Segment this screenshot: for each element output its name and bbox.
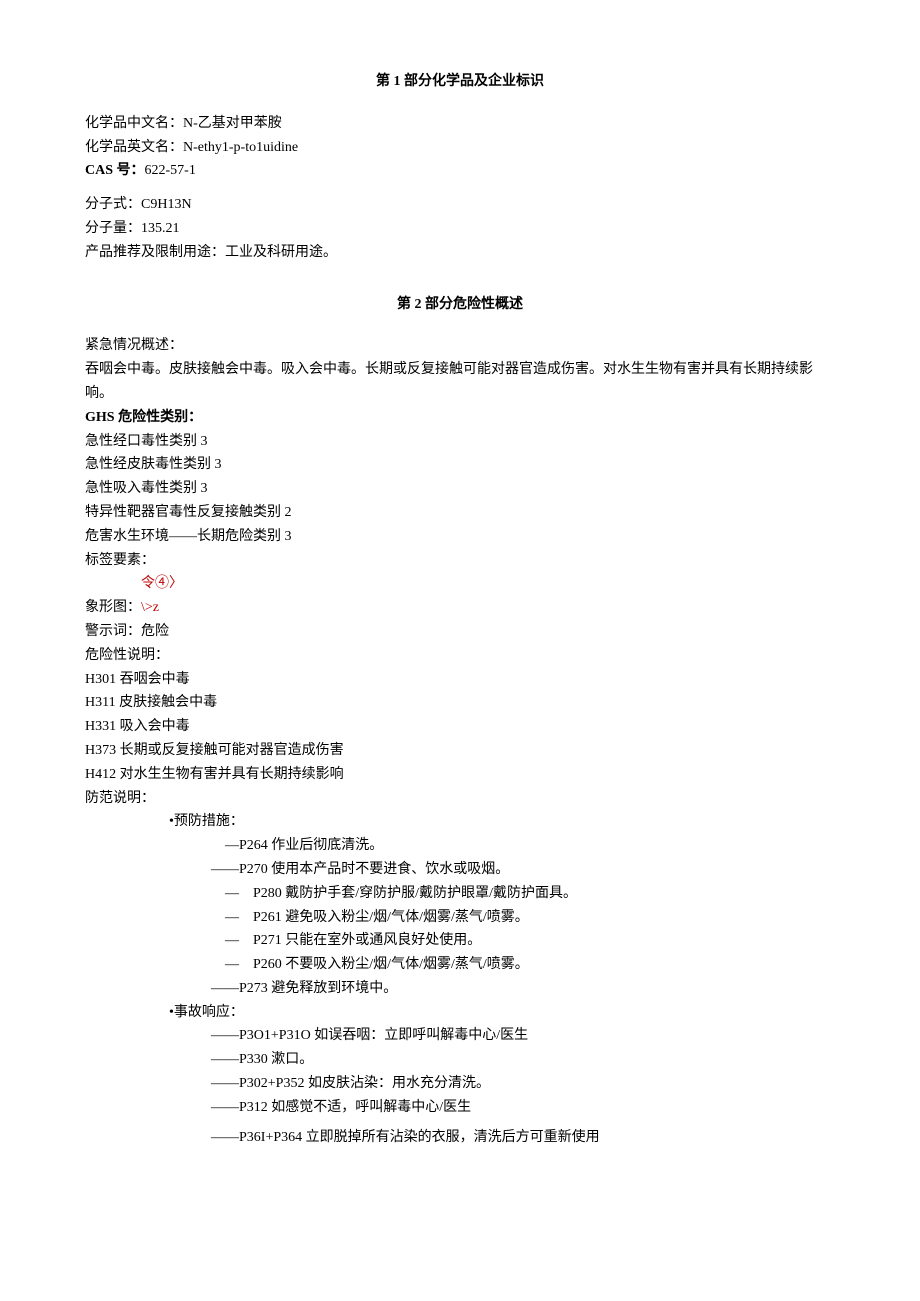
emergency-text: 吞咽会中毒。皮肤接触会中毒。吸入会中毒。长期或反复接触可能对器官造成伤害。对水生…: [85, 358, 835, 406]
value: C9H13N: [141, 197, 192, 212]
prevention-header: •预防措施：: [85, 810, 835, 834]
response-item: ——P302+P352 如皮肤沾染：用水充分清洗。: [85, 1072, 835, 1096]
usage: 产品推荐及限制用途：工业及科研用途。: [85, 241, 835, 265]
prevention-item: —P264 作业后彻底清洗。: [85, 834, 835, 858]
ghs-label: GHS 危险性类别：: [85, 406, 835, 430]
response-item: ——P36I+P364 立即脱掉所有沾染的衣服，清洗后方可重新使用: [85, 1126, 835, 1150]
response-header: •事故响应：: [85, 1001, 835, 1025]
label: 化学品英文名：: [85, 140, 183, 155]
label: 化学品中文名：: [85, 116, 183, 131]
molecular-formula: 分子式：C9H13N: [85, 193, 835, 217]
ghs-item: 急性吸入毒性类别 3: [85, 477, 835, 501]
hazard-item: H412 对水生生物有害并具有长期持续影响: [85, 763, 835, 787]
prevention-item: — P260 不要吸入粉尘/烟/气体/烟雾/蒸气/喷雾。: [85, 953, 835, 977]
ghs-item: 危害水生环境——长期危险类别 3: [85, 525, 835, 549]
hazard-item: H373 长期或反复接触可能对器官造成伤害: [85, 739, 835, 763]
ghs-item: 特异性靶器官毒性反复接触类别 2: [85, 501, 835, 525]
response-item: ——P3O1+P31O 如误吞咽：立即呼叫解毒中心/医生: [85, 1024, 835, 1048]
label-elements: 标签要素：: [85, 549, 835, 573]
value: N-乙基对甲苯胺: [183, 116, 282, 131]
hazard-item: H311 皮肤接触会中毒: [85, 691, 835, 715]
value: 危险: [141, 624, 169, 639]
ghs-item: 急性经口毒性类别 3: [85, 430, 835, 454]
prevention-item: ——P270 使用本产品时不要进食、饮水或吸烟。: [85, 858, 835, 882]
pictogram-glyph-icon: \>z: [141, 600, 159, 615]
label: 分子式：: [85, 197, 141, 212]
label: 分子量：: [85, 221, 141, 236]
label: 产品推荐及限制用途：: [85, 245, 225, 260]
signal-word: 警示词：危险: [85, 620, 835, 644]
section-1-heading: 第 1 部分化学品及企业标识: [85, 70, 835, 94]
response-item: ——P330 漱口。: [85, 1048, 835, 1072]
pictogram-line: 象形图：\>z: [85, 596, 835, 620]
molecular-weight: 分子量：135.21: [85, 217, 835, 241]
prevention-item: — P280 戴防护手套/穿防护服/戴防护眼罩/戴防护面具。: [85, 882, 835, 906]
value: 135.21: [141, 221, 180, 236]
cas-number: CAS 号：622-57-1: [85, 159, 835, 183]
value: N-ethy1-p-to1uidine: [183, 140, 298, 155]
chem-name-en: 化学品英文名：N-ethy1-p-to1uidine: [85, 136, 835, 160]
label: CAS 号：: [85, 163, 145, 178]
value: 工业及科研用途。: [225, 245, 337, 260]
pictogram-label: 象形图：: [85, 600, 141, 615]
pictogram-red-line1: 令④〉: [85, 572, 835, 596]
prevention-item: ——P273 避免释放到环境中。: [85, 977, 835, 1001]
hazard-item: H331 吸入会中毒: [85, 715, 835, 739]
response-item: ——P312 如感觉不适，呼叫解毒中心/医生: [85, 1096, 835, 1120]
section-2-heading: 第 2 部分危险性概述: [85, 293, 835, 317]
value: 622-57-1: [145, 163, 196, 178]
precaution-label: 防范说明：: [85, 787, 835, 811]
hazard-label: 危险性说明：: [85, 644, 835, 668]
chem-name-cn: 化学品中文名：N-乙基对甲苯胺: [85, 112, 835, 136]
hazard-item: H301 吞咽会中毒: [85, 668, 835, 692]
prevention-item: — P261 避免吸入粉尘/烟/气体/烟雾/蒸气/喷雾。: [85, 906, 835, 930]
ghs-item: 急性经皮肤毒性类别 3: [85, 453, 835, 477]
emergency-label: 紧急情况概述：: [85, 334, 835, 358]
prevention-item: — P271 只能在室外或通风良好处使用。: [85, 929, 835, 953]
label: 警示词：: [85, 624, 141, 639]
